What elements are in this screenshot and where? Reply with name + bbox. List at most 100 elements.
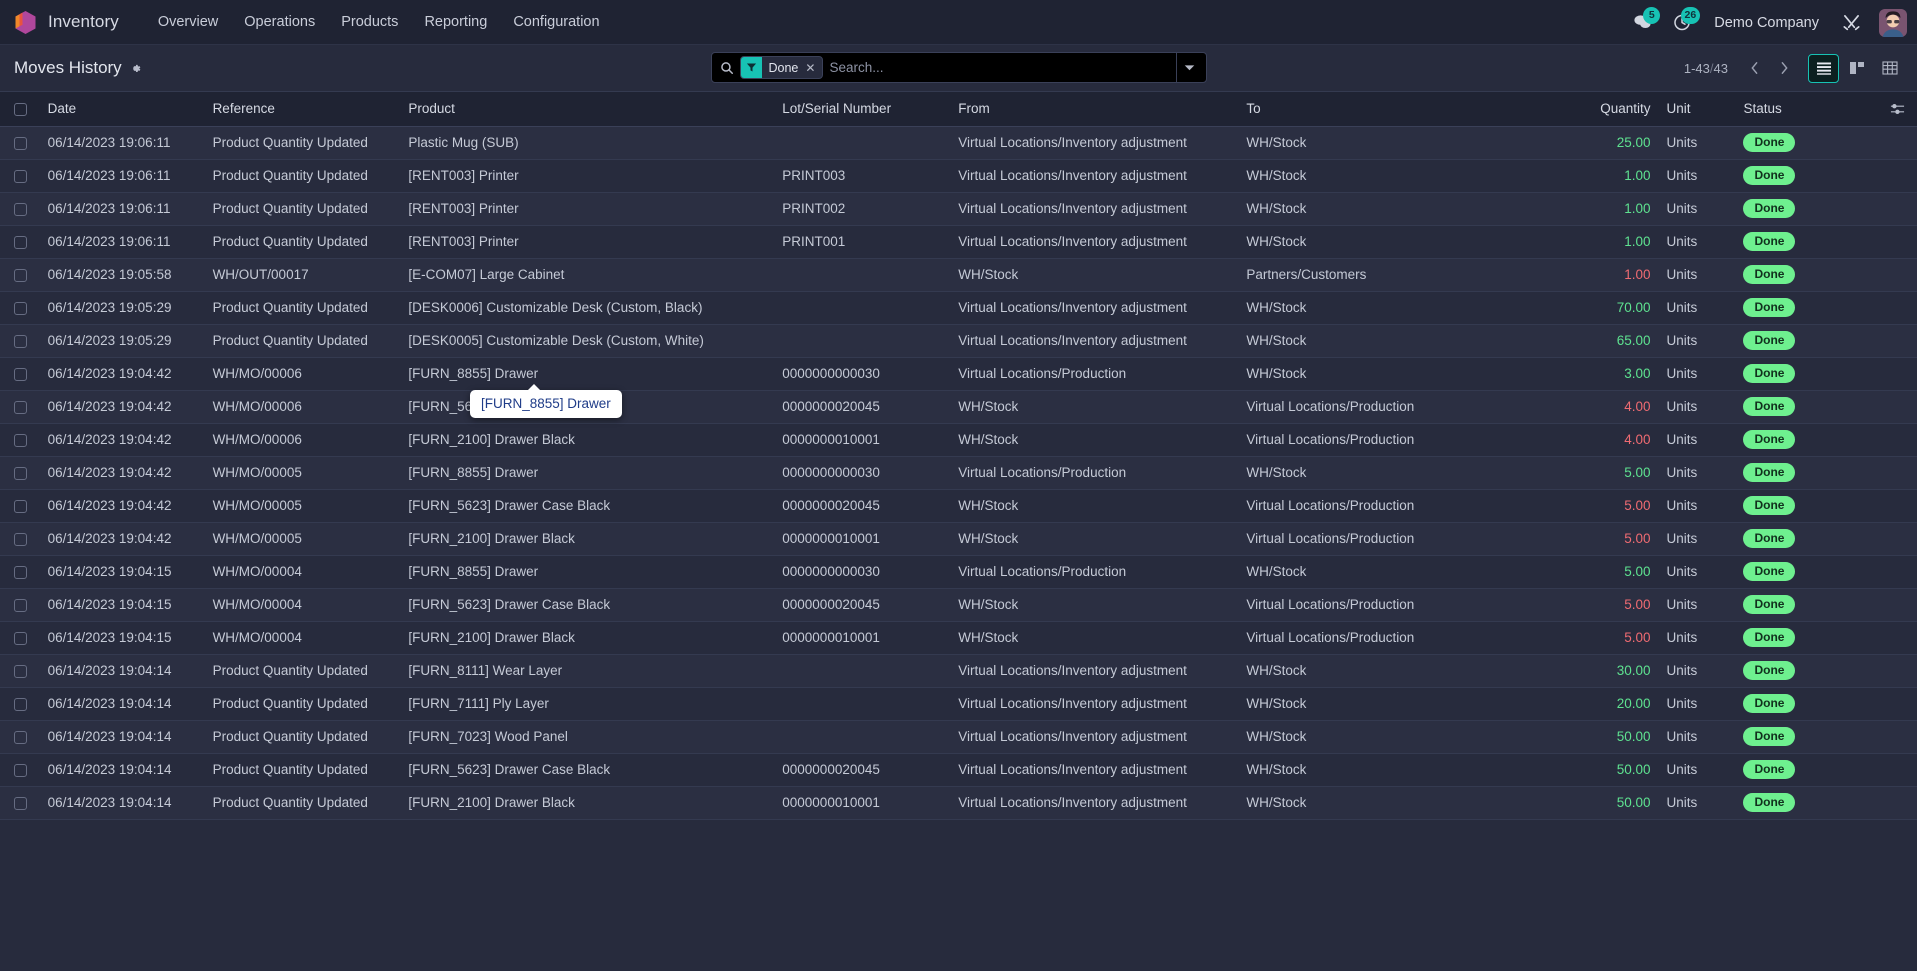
pager-previous-button[interactable]	[1740, 54, 1768, 82]
menu-item-products[interactable]: Products	[328, 8, 411, 36]
searchbar[interactable]: Done ✕	[710, 52, 1207, 83]
table-row[interactable]: 06/14/2023 19:06:11 Product Quantity Upda…	[0, 126, 1917, 160]
row-select-cell[interactable]	[0, 126, 40, 160]
search-dropdown-toggle[interactable]	[1175, 53, 1202, 82]
row-select-cell[interactable]	[0, 291, 40, 325]
row-select-cell[interactable]	[0, 654, 40, 688]
row-checkbox[interactable]	[14, 499, 27, 513]
table-row[interactable]: 06/14/2023 19:04:42 WH/MO/00005 [FURN_8855…	[0, 456, 1917, 490]
row-checkbox[interactable]	[14, 136, 27, 150]
list-view-button[interactable]	[1808, 53, 1839, 83]
row-select-cell[interactable]	[0, 390, 40, 424]
column-header-product[interactable]: Product	[400, 92, 775, 127]
table-row[interactable]: 06/14/2023 19:04:42 WH/MO/00006 [FURN_8855…	[0, 357, 1917, 391]
row-select-cell[interactable]	[0, 720, 40, 754]
row-checkbox[interactable]	[14, 400, 27, 414]
tools-icon[interactable]	[1831, 0, 1871, 45]
table-row[interactable]: 06/14/2023 19:04:14 Product Quantity Upda…	[0, 720, 1917, 754]
odoo-cube-logo[interactable]	[12, 8, 38, 36]
optional-columns-header[interactable]	[1872, 92, 1917, 127]
table-row[interactable]: 06/14/2023 19:04:42 WH/MO/00006 [FURN_2100…	[0, 423, 1917, 457]
company-switcher[interactable]: Demo Company	[1702, 9, 1831, 37]
row-checkbox[interactable]	[14, 631, 27, 645]
row-select-cell[interactable]	[0, 588, 40, 622]
column-header-date[interactable]: Date	[39, 92, 205, 127]
row-checkbox[interactable]	[14, 202, 27, 216]
table-row[interactable]: 06/14/2023 19:05:29 Product Quantity Upda…	[0, 324, 1917, 358]
row-select-cell[interactable]	[0, 687, 40, 721]
row-select-cell[interactable]	[0, 555, 40, 589]
menu-item-configuration[interactable]: Configuration	[500, 8, 612, 36]
row-checkbox[interactable]	[14, 301, 27, 315]
table-row[interactable]: 06/14/2023 19:04:15 WH/MO/00004 [FURN_2100…	[0, 621, 1917, 655]
table-row[interactable]: 06/14/2023 19:04:42 WH/MO/00005 [FURN_2100…	[0, 522, 1917, 556]
row-checkbox[interactable]	[14, 763, 27, 777]
gear-icon[interactable]	[129, 62, 142, 75]
pager-next-button[interactable]	[1770, 54, 1798, 82]
row-checkbox[interactable]	[14, 169, 27, 183]
row-checkbox[interactable]	[14, 466, 27, 480]
row-select-cell[interactable]	[0, 159, 40, 193]
table-row[interactable]: 06/14/2023 19:04:15 WH/MO/00004 [FURN_8855…	[0, 555, 1917, 589]
sliders-icon[interactable]	[1881, 102, 1909, 116]
pager[interactable]: 1-43/43	[1684, 61, 1728, 76]
row-select-cell[interactable]	[0, 423, 40, 457]
app-name[interactable]: Inventory	[48, 12, 119, 32]
row-select-cell[interactable]	[0, 192, 40, 226]
table-row[interactable]: 06/14/2023 19:05:58 WH/OUT/00017 [E-COM07]…	[0, 258, 1917, 292]
row-select-cell[interactable]	[0, 357, 40, 391]
column-header-to[interactable]: To	[1238, 92, 1538, 127]
facet-remove-icon[interactable]: ✕	[805, 61, 822, 75]
column-header-unit[interactable]: Unit	[1658, 92, 1736, 127]
row-checkbox[interactable]	[14, 796, 27, 810]
row-checkbox[interactable]	[14, 268, 27, 282]
row-select-cell[interactable]	[0, 324, 40, 358]
moves-history-table-container[interactable]: Date Reference Product Lot/Serial Number…	[0, 92, 1917, 971]
column-header-lot-serial[interactable]: Lot/Serial Number	[774, 92, 951, 127]
row-checkbox[interactable]	[14, 565, 27, 579]
row-checkbox[interactable]	[14, 532, 27, 546]
select-all-checkbox[interactable]	[14, 103, 27, 117]
table-row[interactable]: 06/14/2023 19:06:11 Product Quantity Upda…	[0, 192, 1917, 226]
pivot-view-button[interactable]	[1874, 54, 1905, 83]
select-all-header[interactable]	[0, 92, 40, 127]
row-checkbox[interactable]	[14, 730, 27, 744]
column-header-reference[interactable]: Reference	[204, 92, 401, 127]
column-header-from[interactable]: From	[950, 92, 1239, 127]
column-header-quantity[interactable]: Quantity	[1537, 92, 1659, 127]
row-checkbox[interactable]	[14, 598, 27, 612]
row-select-cell[interactable]	[0, 456, 40, 490]
activities-button[interactable]: 26	[1662, 0, 1702, 45]
column-header-status[interactable]: Status	[1735, 92, 1873, 127]
menu-item-operations[interactable]: Operations	[231, 8, 328, 36]
row-checkbox[interactable]	[14, 367, 27, 381]
table-row[interactable]: 06/14/2023 19:04:14 Product Quantity Upda…	[0, 654, 1917, 688]
table-row[interactable]: 06/14/2023 19:04:14 Product Quantity Upda…	[0, 786, 1917, 820]
row-checkbox[interactable]	[14, 433, 27, 447]
table-row[interactable]: 06/14/2023 19:06:11 Product Quantity Upda…	[0, 225, 1917, 259]
menu-item-overview[interactable]: Overview	[145, 8, 231, 36]
table-row[interactable]: 06/14/2023 19:04:42 WH/MO/00005 [FURN_5623…	[0, 489, 1917, 523]
table-row[interactable]: 06/14/2023 19:04:15 WH/MO/00004 [FURN_5623…	[0, 588, 1917, 622]
row-select-cell[interactable]	[0, 786, 40, 820]
table-row[interactable]: 06/14/2023 19:05:29 Product Quantity Upda…	[0, 291, 1917, 325]
search-facet-done[interactable]: Done ✕	[739, 56, 824, 79]
row-checkbox[interactable]	[14, 697, 27, 711]
row-select-cell[interactable]	[0, 753, 40, 787]
table-row[interactable]: 06/14/2023 19:04:42 WH/MO/00006 [FURN_5623…	[0, 390, 1917, 424]
row-select-cell[interactable]	[0, 225, 40, 259]
menu-item-reporting[interactable]: Reporting	[411, 8, 500, 36]
row-checkbox[interactable]	[14, 664, 27, 678]
search-input[interactable]	[829, 60, 1176, 75]
row-select-cell[interactable]	[0, 522, 40, 556]
table-row[interactable]: 06/14/2023 19:04:14 Product Quantity Upda…	[0, 753, 1917, 787]
table-row[interactable]: 06/14/2023 19:04:14 Product Quantity Upda…	[0, 687, 1917, 721]
row-select-cell[interactable]	[0, 621, 40, 655]
row-select-cell[interactable]	[0, 258, 40, 292]
kanban-view-button[interactable]	[1841, 54, 1872, 83]
avatar[interactable]	[1879, 8, 1907, 37]
row-checkbox[interactable]	[14, 334, 27, 348]
row-select-cell[interactable]	[0, 489, 40, 523]
table-row[interactable]: 06/14/2023 19:06:11 Product Quantity Upda…	[0, 159, 1917, 193]
row-checkbox[interactable]	[14, 235, 27, 249]
